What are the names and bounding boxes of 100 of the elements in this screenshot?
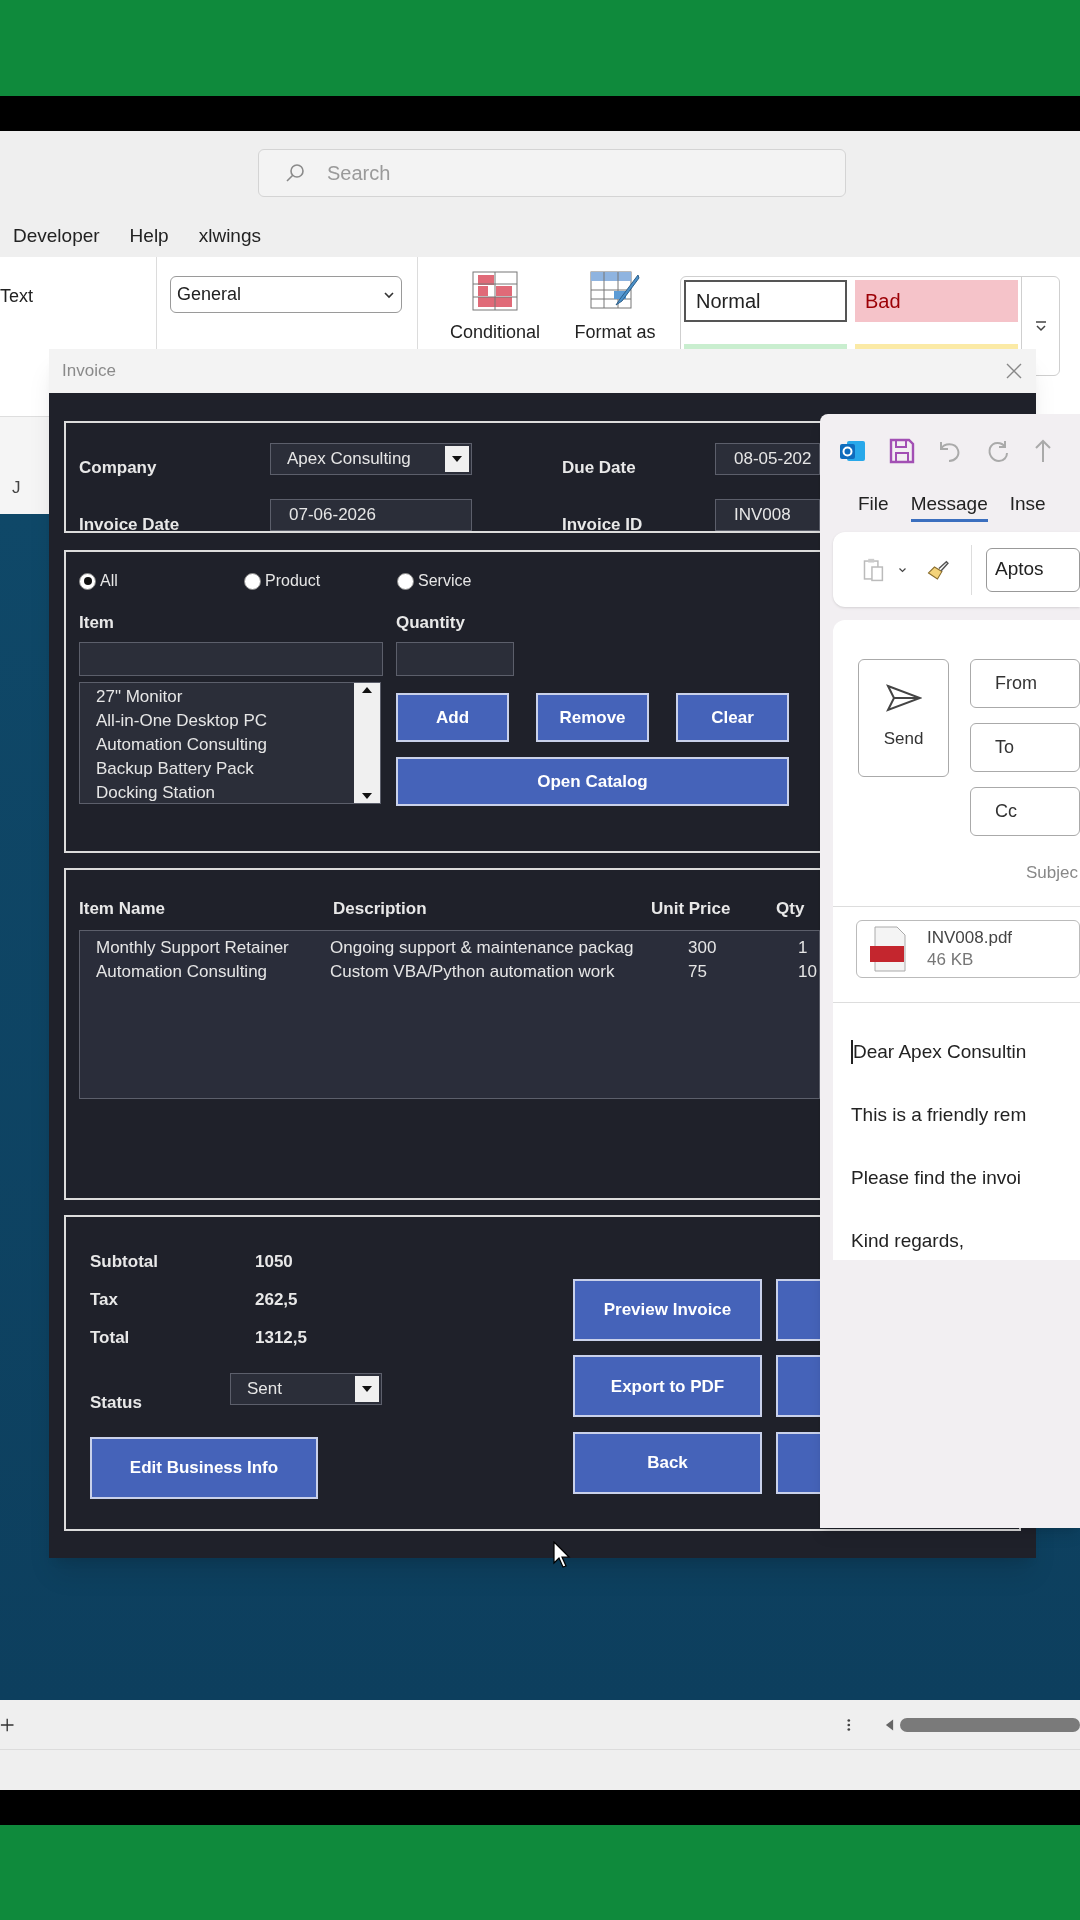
address-button[interactable]: To [970, 723, 1080, 772]
chevron-down-icon[interactable] [897, 565, 907, 574]
subject-label: Subjec [1026, 862, 1078, 884]
more-options-icon[interactable] [847, 1716, 851, 1733]
total-label: Tax [90, 1289, 120, 1312]
field-label: Quantity [396, 612, 466, 634]
caret-down-icon [362, 1386, 372, 1392]
text-field[interactable]: 07-06-2026 [270, 499, 472, 531]
conditional-formatting-button[interactable]: Conditional [440, 271, 550, 346]
table-cell-text: Monthly Support Retainer [96, 937, 290, 959]
total-label: Total [90, 1327, 131, 1350]
list-item[interactable]: 27" Monitor [96, 685, 354, 709]
radio-option[interactable]: Product [244, 569, 397, 593]
cell-style[interactable]: Normal [684, 280, 847, 322]
list-item[interactable]: All-in-One Desktop PC [96, 709, 354, 733]
item-input[interactable] [79, 642, 383, 676]
expand-icon [1033, 320, 1048, 332]
send-button[interactable]: Send [858, 659, 949, 777]
partial-button[interactable] [776, 1355, 820, 1418]
search-icon [284, 162, 306, 184]
table-cell-text: 1 [798, 937, 809, 959]
address-button[interactable]: Cc [970, 787, 1080, 836]
partial-button[interactable] [776, 1279, 820, 1341]
field-label: Invoice ID [562, 513, 644, 536]
close-icon[interactable] [1005, 362, 1023, 380]
action-button[interactable]: Preview Invoice [573, 1279, 762, 1341]
radio-button[interactable] [79, 572, 96, 590]
dropdown-button[interactable] [355, 1376, 379, 1402]
scroll-left-icon[interactable] [885, 1717, 894, 1732]
menu-tab[interactable]: Help [129, 221, 169, 251]
message-text: Dear Apex Consultin [851, 1040, 1080, 1064]
address-button[interactable]: From [970, 659, 1080, 708]
text-field[interactable]: INV008 [715, 499, 820, 531]
field-label: Item [79, 612, 115, 634]
status-dropdown[interactable]: Sent [230, 1373, 382, 1405]
conditional-formatting-icon [472, 271, 518, 311]
list-item[interactable]: Automation Consulting [96, 733, 354, 757]
scroll-up-icon[interactable] [362, 687, 372, 693]
menu-tab[interactable]: xlwings [198, 221, 261, 251]
ribbon-tab[interactable]: File [858, 490, 889, 522]
open-catalog-button[interactable]: Open Catalog [396, 757, 789, 806]
action-button[interactable]: Clear [676, 693, 789, 742]
attachment-size: 46 KB [927, 949, 975, 971]
attachment-card[interactable]: INV008.pdf 46 KB [856, 920, 1080, 978]
list-item[interactable]: Docking Station [96, 781, 354, 805]
add-sheet-icon[interactable] [0, 1716, 15, 1733]
format-as-table-button[interactable]: Format as [560, 271, 670, 346]
company-dropdown[interactable]: Apex Consulting [270, 442, 472, 475]
total-value: 262,5 [255, 1289, 298, 1312]
field-label: Invoice Date [79, 513, 181, 536]
radio-option[interactable]: All [79, 569, 232, 593]
scroll-down-icon[interactable] [362, 793, 372, 799]
window-title: Invoice [62, 360, 116, 383]
total-label: Subtotal [90, 1251, 159, 1274]
list-item[interactable]: Backup Battery Pack [96, 757, 354, 781]
message-text: This is a friendly rem [851, 1103, 1028, 1127]
field-label: Due Date [562, 457, 637, 479]
menu-tab[interactable]: Developer [13, 221, 100, 251]
table-cell-text: 75 [688, 961, 708, 983]
cursor-icon [553, 1541, 573, 1569]
dropdown-button[interactable] [445, 445, 469, 472]
message-text: Kind regards, [851, 1229, 965, 1253]
attachment-name: INV008.pdf [927, 927, 1013, 949]
search-field[interactable]: Search [258, 149, 846, 197]
action-button[interactable]: Remove [536, 693, 649, 742]
quantity-input[interactable] [396, 642, 514, 676]
radio-button[interactable] [244, 572, 261, 590]
number-format-dropdown[interactable]: General [170, 276, 402, 313]
font-dropdown[interactable]: Aptos [985, 547, 1080, 592]
ribbon-tab[interactable]: Message [910, 490, 988, 522]
edit-business-info-button[interactable]: Edit Business Info [90, 1437, 318, 1499]
column-header: Description [333, 898, 428, 920]
table-cell-text: Custom VBA/Python automation work [330, 961, 616, 983]
scrollbar[interactable] [354, 683, 380, 803]
total-value: 1050 [255, 1251, 293, 1274]
cell-style[interactable]: Bad [855, 280, 1018, 322]
column-header: Item Name [79, 898, 166, 920]
message-text: Please find the invoi [851, 1166, 1023, 1190]
caret-down-icon [452, 455, 462, 462]
chevron-down-icon [383, 290, 395, 299]
action-button[interactable]: Export to PDF [573, 1355, 762, 1418]
line-items-list[interactable]: Monthly Support Retainer Ongoing support & maintenance packag 300 1 Automation Consulting Custom VBA/Python automation work 75 10 [79, 930, 820, 1099]
scrollbar-thumb[interactable] [900, 1717, 1080, 1732]
radio-option[interactable]: Service [397, 569, 562, 593]
radio-button[interactable] [397, 572, 414, 590]
action-button[interactable]: Back [573, 1431, 762, 1494]
send-icon [885, 684, 922, 713]
item-listbox[interactable]: 27" Monitor All-in-One Desktop PC Automation Consulting Backup Battery Pack Docking Station [79, 682, 381, 804]
partial-button[interactable] [776, 1431, 820, 1494]
ribbon-tab[interactable]: Inse [1009, 490, 1046, 522]
column-header: Unit Price [651, 898, 732, 920]
save-icon[interactable] [889, 438, 915, 464]
wrap-text-label[interactable]: Text [0, 286, 33, 306]
text-field[interactable]: 08-05-202 [715, 442, 820, 475]
table-cell-text: 300 [688, 937, 718, 959]
field-label: Status [90, 1391, 143, 1414]
format-as-table-icon [590, 271, 640, 311]
action-button[interactable]: Add [396, 693, 509, 742]
table-cell-text: Automation Consulting [96, 961, 269, 983]
total-value: 1312,5 [255, 1327, 307, 1350]
